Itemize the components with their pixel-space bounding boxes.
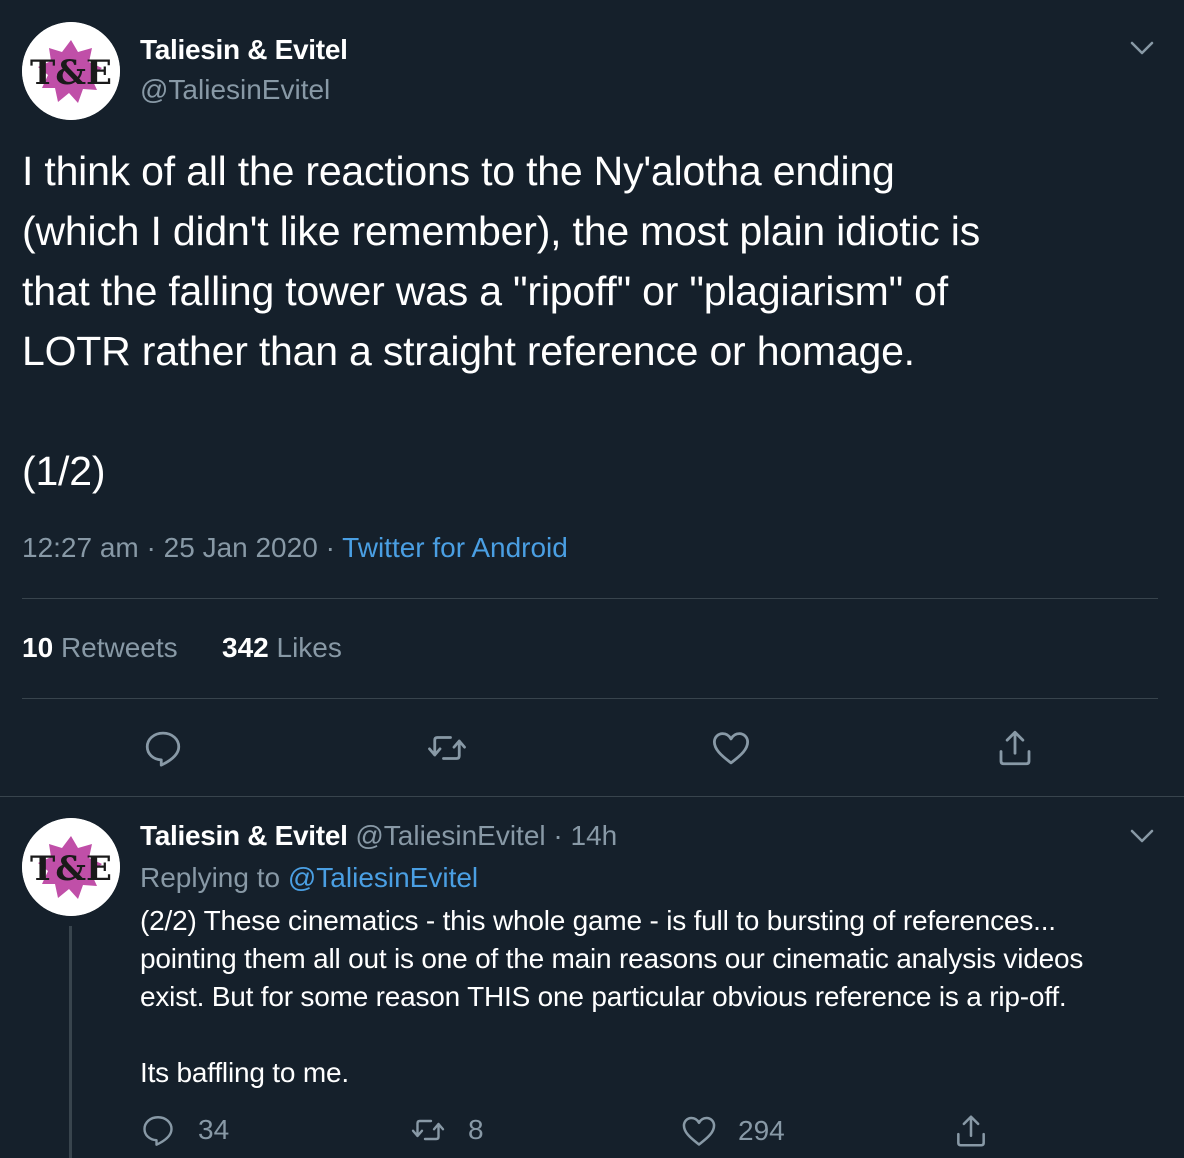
likes-count: 342 [222, 632, 269, 663]
retweet-icon[interactable] [426, 727, 468, 769]
tweet-date[interactable]: 25 Jan 2020 [164, 532, 318, 563]
avatar-letters: T&E [30, 53, 112, 93]
reply-action-retweet[interactable]: 8 [410, 1112, 484, 1148]
reply-age[interactable]: 14h [571, 820, 618, 851]
reply-action-reply[interactable]: 34 [140, 1112, 229, 1148]
share-icon[interactable] [994, 727, 1036, 769]
retweets-label: Retweets [60, 632, 178, 663]
reply-header: Taliesin & Evitel @TaliesinEvitel · 14h [140, 820, 617, 852]
likes-label: Likes [276, 632, 342, 663]
separator: · [325, 532, 335, 563]
tweet-meta: 12:27 am · 25 Jan 2020 · Twitter for And… [22, 532, 568, 564]
replying-label: Replying to [140, 862, 281, 893]
replying-to: Replying to @TaliesinEvitel [140, 862, 478, 894]
divider [22, 698, 1158, 699]
tweet-source-link[interactable]: Twitter for Android [342, 532, 568, 563]
avatar-logo: T&E [22, 818, 120, 916]
share-icon[interactable] [952, 1112, 990, 1150]
retweets-stat[interactable]: 10 Retweets [22, 632, 178, 664]
reply-count: 34 [198, 1114, 230, 1145]
reply-action-like[interactable]: 294 [680, 1112, 785, 1150]
avatar-logo: T&E [22, 22, 120, 120]
retweet-count: 8 [468, 1114, 484, 1145]
tweet-text: I think of all the reactions to the Ny'a… [22, 148, 981, 494]
avatar-letters: T&E [30, 849, 112, 889]
display-name[interactable]: Taliesin & Evitel [140, 34, 348, 66]
reply-display-name[interactable]: Taliesin & Evitel [140, 820, 348, 851]
chevron-down-icon[interactable] [1128, 34, 1156, 62]
reply-avatar[interactable]: T&E [22, 818, 120, 916]
separator: · [553, 820, 563, 851]
avatar[interactable]: T&E [22, 22, 120, 120]
likes-stat[interactable]: 342 Likes [222, 632, 342, 664]
replying-handle-link[interactable]: @TaliesinEvitel [288, 862, 478, 893]
divider [0, 796, 1184, 797]
reply-text: (2/2) These cinematics - this whole game… [140, 905, 1084, 1088]
like-icon[interactable] [710, 727, 752, 769]
retweet-icon[interactable] [410, 1112, 446, 1148]
reply-handle[interactable]: @TaliesinEvitel [355, 820, 545, 851]
separator: · [146, 532, 156, 563]
handle[interactable]: @TaliesinEvitel [140, 74, 330, 106]
divider [22, 598, 1158, 599]
retweets-count: 10 [22, 632, 54, 663]
like-icon[interactable] [680, 1112, 718, 1150]
like-count: 294 [738, 1115, 785, 1146]
chevron-down-icon[interactable] [1128, 822, 1156, 850]
tweet-time[interactable]: 12:27 am [22, 532, 139, 563]
reply-icon[interactable] [140, 1112, 176, 1148]
reply-icon[interactable] [142, 727, 184, 769]
thread-line [69, 926, 72, 1158]
